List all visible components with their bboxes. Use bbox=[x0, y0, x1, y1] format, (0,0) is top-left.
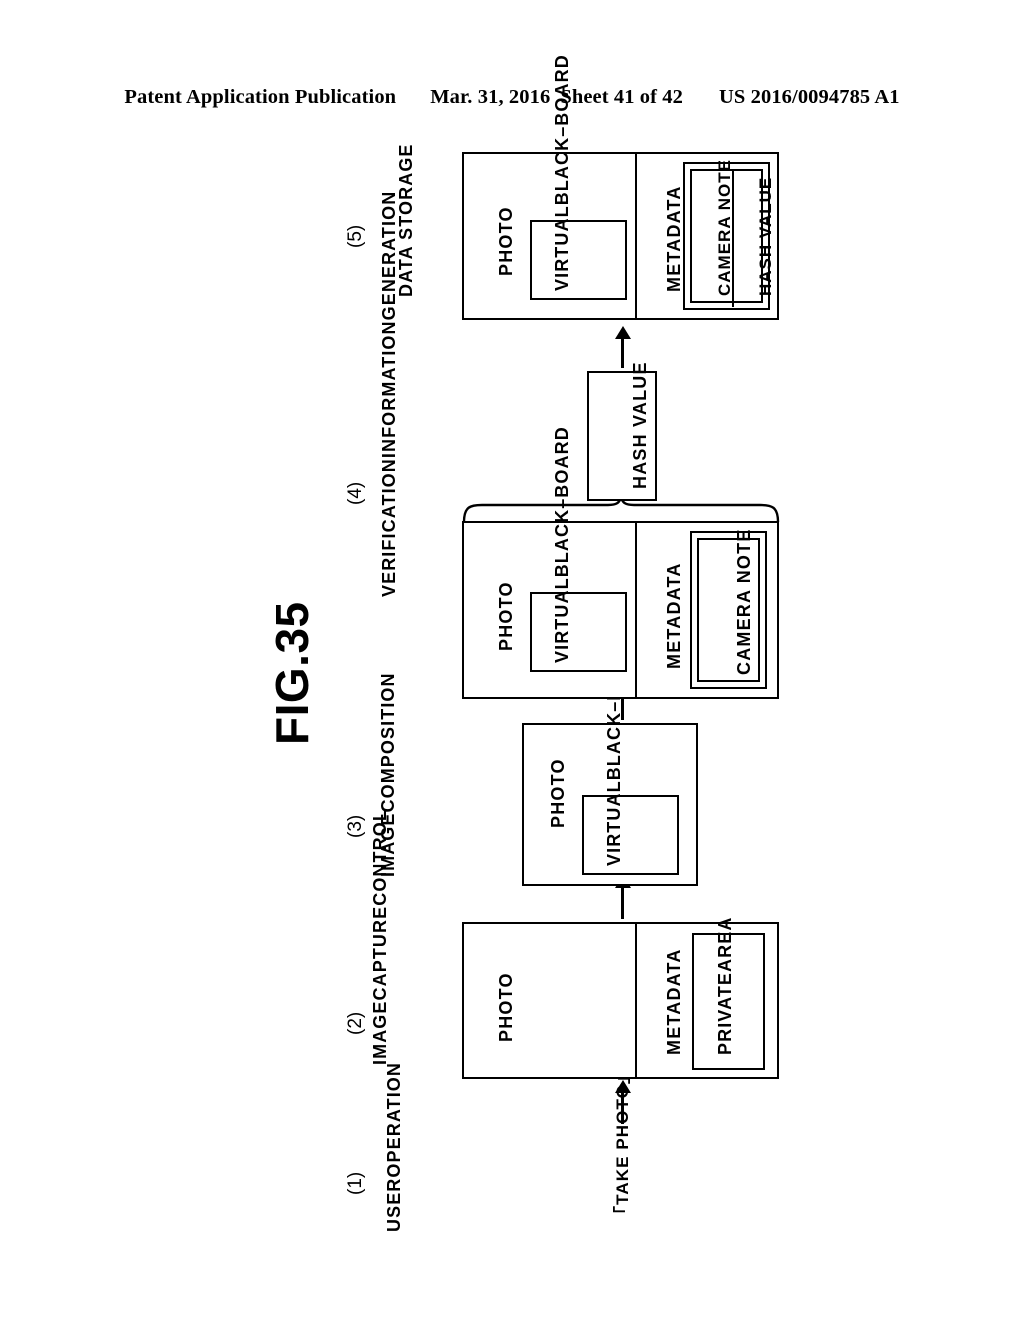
storage-box-divider bbox=[635, 151, 637, 320]
stage-number-5: (5) bbox=[345, 224, 366, 248]
stage-number-3: (3) bbox=[345, 814, 366, 838]
arrow-verification-to-storage bbox=[614, 326, 631, 368]
verification-photo-label: PHOTO bbox=[496, 581, 516, 651]
arrow-capture-to-composition bbox=[614, 875, 631, 919]
private-area-label: PRIVATE AREA bbox=[715, 916, 735, 1055]
verification-camera-note-label: CAMERA NOTE bbox=[734, 528, 754, 675]
stage-number-2: (2) bbox=[345, 1011, 366, 1035]
stage-number-1: (1) bbox=[345, 1171, 366, 1195]
verification-virtual-blackboard-box bbox=[530, 592, 627, 672]
verification-metadata-label: METADATA bbox=[664, 562, 684, 669]
composition-photo-label: PHOTO bbox=[548, 758, 568, 828]
verification-box-divider bbox=[635, 520, 637, 699]
verification-camera-note-frame bbox=[690, 531, 767, 689]
stage-name-1: USER OPERATION bbox=[384, 1062, 404, 1232]
storage-metadata-label: METADATA bbox=[664, 185, 684, 292]
storage-virtual-blackboard-box bbox=[530, 220, 627, 300]
storage-hash-value-label: HASH VALUE bbox=[756, 176, 775, 296]
hash-value-label: HASH VALUE bbox=[630, 361, 650, 489]
capture-metadata-label: METADATA bbox=[664, 948, 684, 1055]
storage-camera-note-label: CAMERA NOTE bbox=[715, 159, 734, 296]
capture-photo-label: PHOTO bbox=[496, 972, 516, 1042]
verification-virtual-blackboard-label: VIRTUAL BLACK– BOARD bbox=[552, 426, 572, 663]
arrow-user-to-capture bbox=[614, 1080, 631, 1124]
figure-canvas: FIG.35 (1) USER OPERATION 「TAKE PHOTO」 (… bbox=[0, 0, 1024, 1320]
figure-title: FIG.35 bbox=[266, 601, 318, 745]
composition-virtual-blackboard-box bbox=[582, 795, 679, 875]
storage-virtual-blackboard-label: VIRTUAL BLACK– BOARD bbox=[552, 54, 572, 291]
capture-box-divider bbox=[635, 921, 637, 1079]
stage-name-5: DATA STORAGE bbox=[396, 143, 416, 297]
stage-number-4: (4) bbox=[345, 481, 366, 505]
stage-name-3: IMAGE COMPOSITION bbox=[378, 672, 398, 877]
storage-photo-label: PHOTO bbox=[496, 206, 516, 276]
